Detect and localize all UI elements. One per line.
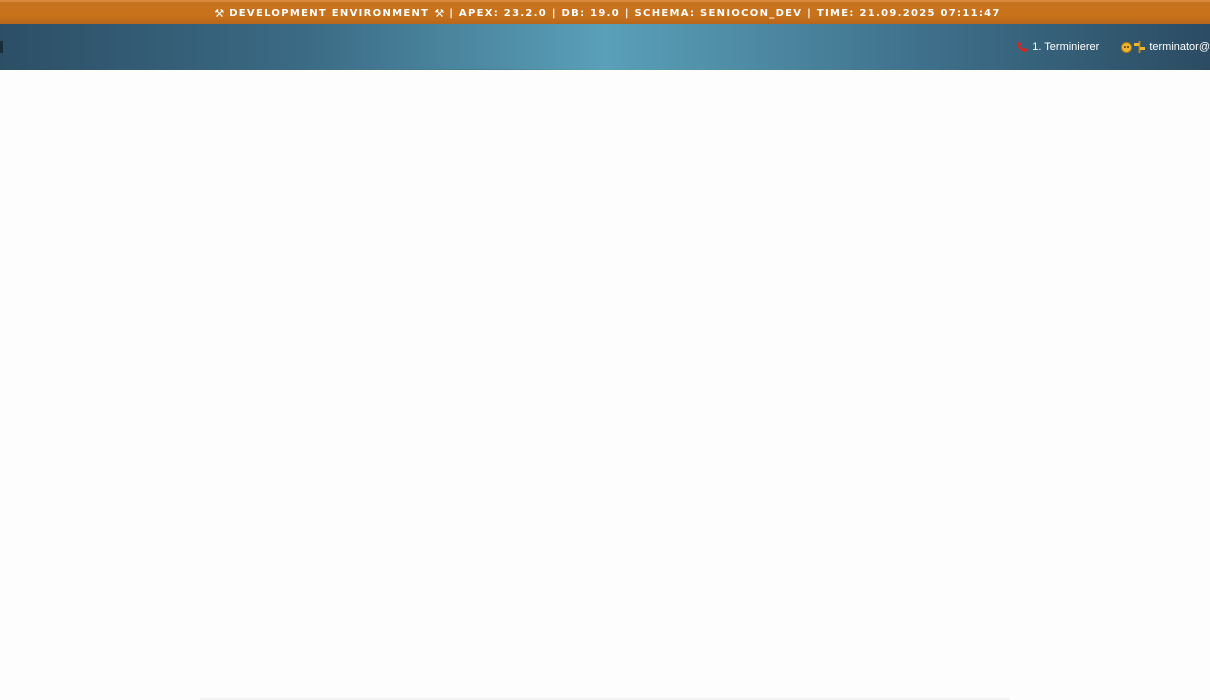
main-content bbox=[0, 70, 1210, 700]
environment-details: | APEX: 23.2.0 | DB: 19.0 | SCHEMA: SENI… bbox=[449, 7, 1001, 19]
app-header: 1. Terminierer terminator@ bbox=[0, 24, 1210, 71]
tools-icon: ⚒ bbox=[214, 6, 225, 20]
user-menu[interactable]: terminator@ bbox=[1121, 41, 1210, 53]
header-nav: 1. Terminierer terminator@ bbox=[1016, 24, 1210, 70]
user-icons bbox=[1121, 41, 1146, 53]
environment-banner: ⚒ DEVELOPMENT ENVIRONMENT ⚒ | APEX: 23.2… bbox=[0, 0, 1210, 24]
menu-toggle-button[interactable] bbox=[0, 41, 3, 53]
environment-label: DEVELOPMENT ENVIRONMENT bbox=[229, 7, 430, 19]
face-icon bbox=[1121, 41, 1133, 53]
sign-icon bbox=[1134, 41, 1146, 53]
phone-nav-label: 1. Terminierer bbox=[1032, 41, 1100, 53]
tools-icon: ⚒ bbox=[434, 6, 445, 20]
phone-icon bbox=[1017, 42, 1028, 52]
phone-nav-item[interactable]: 1. Terminierer bbox=[1016, 41, 1099, 53]
user-label: terminator@ bbox=[1149, 41, 1210, 53]
